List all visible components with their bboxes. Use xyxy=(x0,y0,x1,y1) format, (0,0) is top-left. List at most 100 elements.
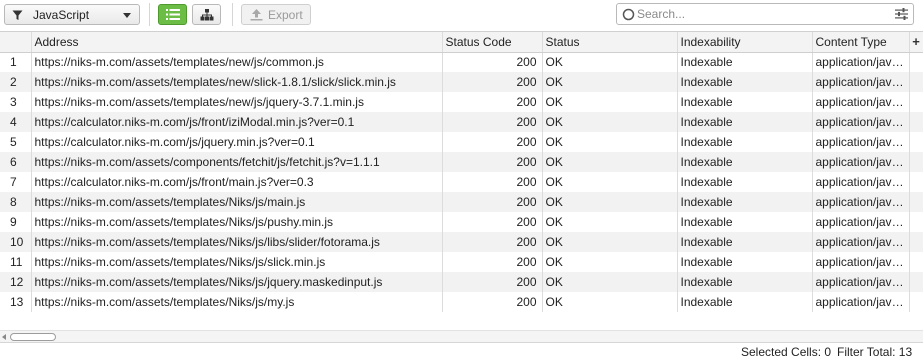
row-number[interactable]: 7 xyxy=(0,172,32,192)
table-row[interactable]: 2 https://niks-m.com/assets/templates/new… xyxy=(0,72,923,92)
scrollbar-thumb[interactable] xyxy=(10,333,56,341)
address-cell[interactable]: https://niks-m.com/assets/components/fet… xyxy=(31,152,443,172)
column-header-index[interactable] xyxy=(0,32,32,53)
table-row[interactable]: 3 https://niks-m.com/assets/templates/new… xyxy=(0,92,923,112)
add-column-button[interactable]: + xyxy=(909,32,923,53)
row-number[interactable]: 12 xyxy=(0,272,32,292)
indexability-cell[interactable]: Indexable xyxy=(677,132,813,152)
status-code-cell[interactable]: 200 xyxy=(442,172,543,192)
status-cell[interactable]: OK xyxy=(542,232,678,252)
column-header-status[interactable]: Status xyxy=(542,32,678,53)
table-row[interactable]: 10 https://niks-m.com/assets/templates/Ni… xyxy=(0,232,923,252)
indexability-cell[interactable]: Indexable xyxy=(677,192,813,212)
content-type-cell[interactable]: application/java... xyxy=(812,272,910,292)
content-type-cell[interactable]: application/java... xyxy=(812,232,910,252)
indexability-cell[interactable]: Indexable xyxy=(677,52,813,72)
status-code-cell[interactable]: 200 xyxy=(442,132,543,152)
sliders-icon[interactable] xyxy=(895,8,908,20)
indexability-cell[interactable]: Indexable xyxy=(677,252,813,272)
search-input[interactable] xyxy=(637,6,887,22)
status-code-cell[interactable]: 200 xyxy=(442,152,543,172)
content-type-cell[interactable]: application/java... xyxy=(812,252,910,272)
content-type-cell[interactable]: application/java... xyxy=(812,212,910,232)
content-type-cell[interactable]: application/java... xyxy=(812,72,910,92)
column-header-content-type[interactable]: Content Type xyxy=(812,32,910,53)
table-row[interactable]: 11 https://niks-m.com/assets/templates/Ni… xyxy=(0,252,923,272)
status-cell[interactable]: OK xyxy=(542,152,678,172)
address-cell[interactable]: https://calculator.niks-m.com/js/front/m… xyxy=(31,172,443,192)
indexability-cell[interactable]: Indexable xyxy=(677,72,813,92)
row-number[interactable]: 3 xyxy=(0,92,32,112)
indexability-cell[interactable]: Indexable xyxy=(677,292,813,312)
table-row[interactable]: 9 https://niks-m.com/assets/templates/Nik… xyxy=(0,212,923,232)
status-code-cell[interactable]: 200 xyxy=(442,292,543,312)
status-cell[interactable]: OK xyxy=(542,112,678,132)
table-row[interactable]: 5 https://calculator.niks-m.com/js/jquery… xyxy=(0,132,923,152)
export-button[interactable]: Export xyxy=(241,4,311,25)
row-number[interactable]: 10 xyxy=(0,232,32,252)
status-cell[interactable]: OK xyxy=(542,92,678,112)
status-code-cell[interactable]: 200 xyxy=(442,212,543,232)
status-cell[interactable]: OK xyxy=(542,272,678,292)
status-code-cell[interactable]: 200 xyxy=(442,72,543,92)
address-cell[interactable]: https://niks-m.com/assets/templates/Niks… xyxy=(31,212,443,232)
content-type-cell[interactable]: application/java... xyxy=(812,172,910,192)
address-cell[interactable]: https://niks-m.com/assets/templates/Niks… xyxy=(31,192,443,212)
row-number[interactable]: 2 xyxy=(0,72,32,92)
status-code-cell[interactable]: 200 xyxy=(442,232,543,252)
status-cell[interactable]: OK xyxy=(542,72,678,92)
tree-view-button[interactable] xyxy=(192,4,221,25)
content-type-cell[interactable]: application/java... xyxy=(812,292,910,312)
status-cell[interactable]: OK xyxy=(542,212,678,232)
status-cell[interactable]: OK xyxy=(542,52,678,72)
address-cell[interactable]: https://niks-m.com/assets/templates/Niks… xyxy=(31,252,443,272)
address-cell[interactable]: https://calculator.niks-m.com/js/front/i… xyxy=(31,112,443,132)
indexability-cell[interactable]: Indexable xyxy=(677,212,813,232)
filter-dropdown[interactable]: JavaScript xyxy=(4,4,140,25)
indexability-cell[interactable]: Indexable xyxy=(677,272,813,292)
content-type-cell[interactable]: application/java... xyxy=(812,112,910,132)
content-type-cell[interactable]: application/java... xyxy=(812,92,910,112)
table-row[interactable]: 13 https://niks-m.com/assets/templates/Ni… xyxy=(0,292,923,312)
content-type-cell[interactable]: application/java... xyxy=(812,152,910,172)
table-row[interactable]: 6 https://niks-m.com/assets/components/fe… xyxy=(0,152,923,172)
table-row[interactable]: 1 https://niks-m.com/assets/templates/new… xyxy=(0,52,923,72)
list-view-button[interactable] xyxy=(158,4,187,25)
address-cell[interactable]: https://niks-m.com/assets/templates/new/… xyxy=(31,72,443,92)
row-number[interactable]: 1 xyxy=(0,52,32,72)
status-code-cell[interactable]: 200 xyxy=(442,52,543,72)
address-cell[interactable]: https://niks-m.com/assets/templates/new/… xyxy=(31,92,443,112)
horizontal-scrollbar[interactable] xyxy=(0,330,923,342)
table-row[interactable]: 12 https://niks-m.com/assets/templates/Ni… xyxy=(0,272,923,292)
status-cell[interactable]: OK xyxy=(542,292,678,312)
address-cell[interactable]: https://niks-m.com/assets/templates/new/… xyxy=(31,52,443,72)
status-code-cell[interactable]: 200 xyxy=(442,192,543,212)
scroll-left-icon[interactable] xyxy=(2,334,6,340)
status-code-cell[interactable]: 200 xyxy=(442,92,543,112)
table-row[interactable]: 7 https://calculator.niks-m.com/js/front/… xyxy=(0,172,923,192)
status-code-cell[interactable]: 200 xyxy=(442,252,543,272)
content-type-cell[interactable]: application/java... xyxy=(812,192,910,212)
column-header-status-code[interactable]: Status Code xyxy=(442,32,543,53)
status-cell[interactable]: OK xyxy=(542,172,678,192)
indexability-cell[interactable]: Indexable xyxy=(677,92,813,112)
status-code-cell[interactable]: 200 xyxy=(442,272,543,292)
table-row[interactable]: 4 https://calculator.niks-m.com/js/front/… xyxy=(0,112,923,132)
row-number[interactable]: 8 xyxy=(0,192,32,212)
indexability-cell[interactable]: Indexable xyxy=(677,152,813,172)
status-code-cell[interactable]: 200 xyxy=(442,112,543,132)
column-header-indexability[interactable]: Indexability xyxy=(677,32,813,53)
indexability-cell[interactable]: Indexable xyxy=(677,172,813,192)
row-number[interactable]: 11 xyxy=(0,252,32,272)
status-cell[interactable]: OK xyxy=(542,192,678,212)
row-number[interactable]: 4 xyxy=(0,112,32,132)
row-number[interactable]: 6 xyxy=(0,152,32,172)
address-cell[interactable]: https://calculator.niks-m.com/js/jquery.… xyxy=(31,132,443,152)
column-header-address[interactable]: Address xyxy=(31,32,443,53)
address-cell[interactable]: https://niks-m.com/assets/templates/Niks… xyxy=(31,292,443,312)
address-cell[interactable]: https://niks-m.com/assets/templates/Niks… xyxy=(31,272,443,292)
row-number[interactable]: 13 xyxy=(0,292,32,312)
content-type-cell[interactable]: application/java... xyxy=(812,132,910,152)
status-cell[interactable]: OK xyxy=(542,132,678,152)
address-cell[interactable]: https://niks-m.com/assets/templates/Niks… xyxy=(31,232,443,252)
